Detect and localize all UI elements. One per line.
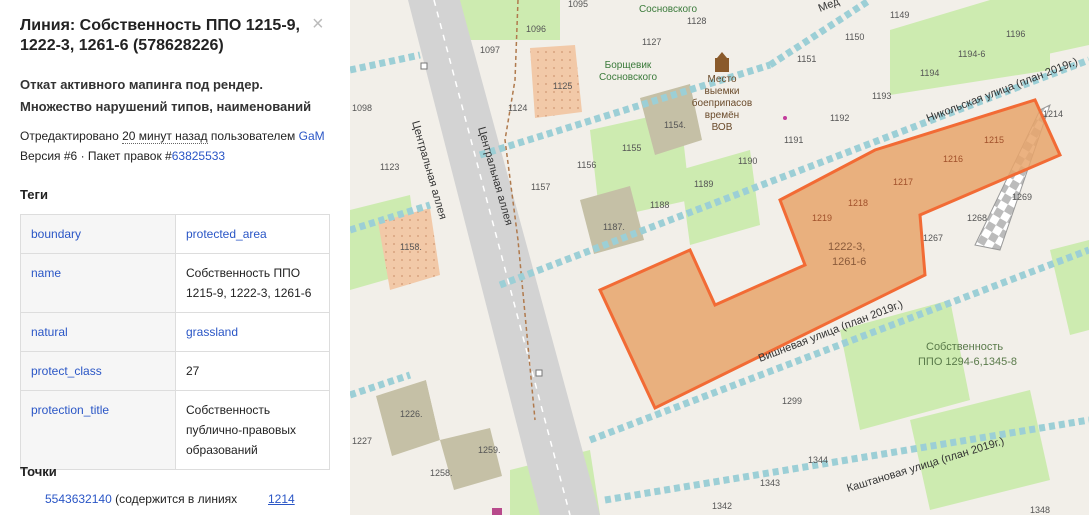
edit-meta: Отредактировано 20 минут назад пользоват… (20, 126, 345, 166)
close-icon[interactable]: × (312, 14, 324, 34)
svg-text:1124: 1124 (508, 103, 527, 113)
svg-text:Сосновского: Сосновского (639, 4, 698, 15)
svg-text:1348: 1348 (1030, 505, 1050, 515)
map-canvas[interactable]: Центральная аллея Центральная аллея Нико… (350, 0, 1089, 515)
svg-text:1269: 1269 (1012, 192, 1032, 202)
svg-text:1196: 1196 (1006, 29, 1025, 39)
svg-text:1259.: 1259. (478, 445, 501, 455)
tag-value[interactable]: grassland (175, 312, 330, 352)
svg-text:1227: 1227 (352, 436, 372, 446)
edited-time: 20 минут назад (122, 129, 208, 144)
svg-text:1194-6: 1194-6 (958, 49, 985, 59)
svg-text:1215: 1215 (984, 135, 1004, 145)
shop-icon (492, 508, 502, 515)
svg-text:1188: 1188 (650, 200, 669, 210)
svg-text:1157: 1157 (531, 182, 550, 192)
svg-text:1154.: 1154. (664, 120, 686, 130)
svg-text:1156: 1156 (577, 160, 596, 170)
tag-key[interactable]: protect_class (20, 351, 176, 391)
svg-text:1217: 1217 (893, 177, 913, 187)
comment-line-2: Множество нарушений типов, наименований (20, 99, 312, 114)
tag-value: Собственность ППО 1215-9, 1222-3, 1261-6 (175, 253, 330, 313)
svg-text:1158.: 1158. (400, 242, 422, 252)
way-link[interactable]: 1214 (268, 492, 295, 506)
tag-value[interactable]: protected_area (175, 214, 330, 254)
svg-text:ВОВ: ВОВ (712, 122, 733, 133)
svg-text:1194: 1194 (920, 68, 939, 78)
svg-text:1193: 1193 (872, 91, 891, 101)
tag-value: 27 (175, 351, 330, 391)
changeset-prefix: · Пакет правок # (80, 149, 172, 163)
area-label: Собственность (926, 341, 1003, 353)
point-marker[interactable] (783, 116, 787, 120)
svg-text:1342: 1342 (712, 501, 732, 511)
tag-value: Собственность публично-правовых образова… (175, 390, 330, 470)
svg-text:1226.: 1226. (400, 409, 423, 419)
svg-text:1096: 1096 (526, 24, 546, 34)
tag-key[interactable]: boundary (20, 214, 176, 254)
user-link[interactable]: GaM (299, 129, 325, 143)
area-label: ППО 1294-6,1345-8 (918, 356, 1017, 368)
tags-table: boundary protected_area name Собственнос… (20, 214, 330, 470)
svg-text:1190: 1190 (738, 156, 757, 166)
svg-text:боеприпасов: боеприпасов (692, 97, 752, 109)
feature-label: 1261-6 (832, 256, 866, 268)
svg-text:времён: времён (705, 110, 739, 121)
svg-text:Борщевик: Борщевик (605, 60, 652, 71)
svg-text:1214: 1214 (1043, 109, 1063, 119)
svg-text:1097: 1097 (480, 45, 500, 55)
feature-panel: Линия: Собственность ППО 1215-9, 1222-3,… (0, 0, 350, 515)
svg-text:1125: 1125 (553, 81, 572, 91)
feature-title: Линия: Собственность ППО 1215-9, 1222-3,… (20, 17, 300, 54)
svg-text:1258.: 1258. (430, 468, 453, 478)
changeset-link[interactable]: 63825533 (172, 149, 225, 163)
svg-text:1155: 1155 (622, 143, 641, 153)
svg-text:1343: 1343 (760, 478, 780, 488)
svg-text:выемки: выемки (705, 86, 740, 97)
svg-text:1128: 1128 (687, 16, 706, 26)
svg-text:1098: 1098 (352, 103, 372, 113)
map-view[interactable]: Центральная аллея Центральная аллея Нико… (350, 0, 1089, 515)
entrance-marker (420, 62, 428, 70)
svg-text:1150: 1150 (845, 32, 864, 42)
svg-text:1268: 1268 (967, 213, 987, 223)
svg-text:1299: 1299 (782, 396, 802, 406)
svg-text:1191: 1191 (784, 135, 803, 145)
feature-label: 1222-3, (828, 241, 865, 253)
table-row: natural grassland (20, 312, 330, 352)
node-note: (содержится в линиях (115, 492, 238, 506)
entrance-marker (535, 369, 543, 377)
svg-text:Место: Место (707, 74, 736, 85)
table-row: protection_title Собственность публично-… (20, 390, 330, 470)
tags-heading: Теги (20, 187, 48, 202)
points-heading: Точки (20, 464, 57, 479)
table-row: boundary protected_area (20, 214, 330, 254)
version-label: Версия #6 (20, 149, 78, 163)
tag-key[interactable]: protection_title (20, 390, 176, 470)
svg-text:1267: 1267 (923, 233, 943, 243)
comment-line-1: Откат активного мапинга под рендер. (20, 77, 264, 92)
changeset-comment: Откат активного мапинга под рендер. Множ… (20, 74, 340, 118)
svg-text:1192: 1192 (830, 113, 849, 123)
tag-key[interactable]: name (20, 253, 176, 313)
svg-text:1218: 1218 (848, 198, 868, 208)
svg-text:1151: 1151 (797, 54, 816, 64)
edited-by: пользователем (210, 129, 296, 143)
svg-text:1123: 1123 (380, 162, 399, 172)
tag-key[interactable]: natural (20, 312, 176, 352)
node-link[interactable]: 5543632140 (45, 492, 112, 506)
svg-text:1189: 1189 (694, 179, 713, 189)
svg-text:1127: 1127 (642, 37, 661, 47)
list-item: 5543632140 (содержится в линиях (45, 492, 237, 506)
svg-text:Сосновского: Сосновского (599, 72, 658, 83)
svg-text:1216: 1216 (943, 154, 963, 164)
svg-text:1149: 1149 (890, 10, 909, 20)
edited-prefix: Отредактировано (20, 129, 119, 143)
svg-text:1219: 1219 (812, 213, 832, 223)
svg-text:1187.: 1187. (603, 222, 625, 232)
table-row: protect_class 27 (20, 351, 330, 391)
svg-text:1344: 1344 (808, 455, 828, 465)
svg-text:1095: 1095 (568, 0, 588, 9)
table-row: name Собственность ППО 1215-9, 1222-3, 1… (20, 253, 330, 313)
